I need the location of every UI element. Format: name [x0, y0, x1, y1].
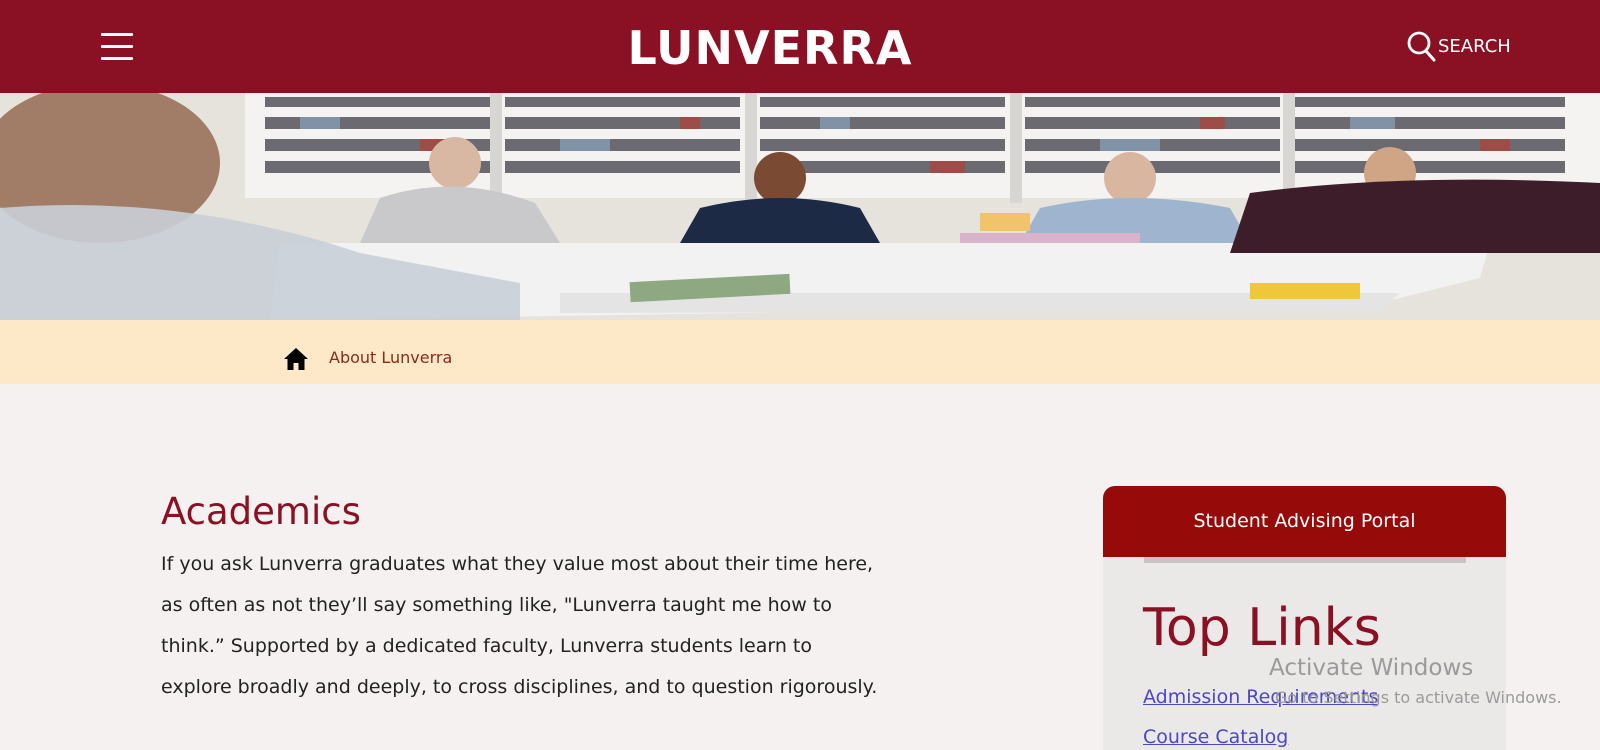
activate-windows-watermark-title: Activate Windows — [1269, 655, 1474, 681]
page-title: Academics — [161, 490, 361, 533]
search-icon — [1407, 31, 1436, 62]
breadcrumb — [0, 320, 1600, 384]
hero-image — [0, 93, 1600, 320]
card-divider — [1144, 557, 1466, 563]
breadcrumb-about-link[interactable]: About Lunverra — [329, 348, 452, 367]
search-label: SEARCH — [1438, 35, 1511, 57]
site-header: LUNVERRA SEARCH — [0, 0, 1600, 93]
home-icon[interactable] — [284, 348, 308, 370]
activate-windows-watermark-subtitle: Go to Settings to activate Windows. — [1275, 688, 1562, 707]
top-links-heading: Top Links — [1143, 598, 1381, 658]
intro-paragraph: If you ask Lunverra graduates what they … — [161, 553, 878, 698]
student-advising-portal-button[interactable]: Student Advising Portal — [1103, 486, 1506, 557]
search-button[interactable]: SEARCH — [1406, 28, 1511, 64]
site-logo[interactable]: LUNVERRA — [0, 22, 1540, 74]
course-catalog-link[interactable]: Course Catalog — [1143, 726, 1288, 748]
